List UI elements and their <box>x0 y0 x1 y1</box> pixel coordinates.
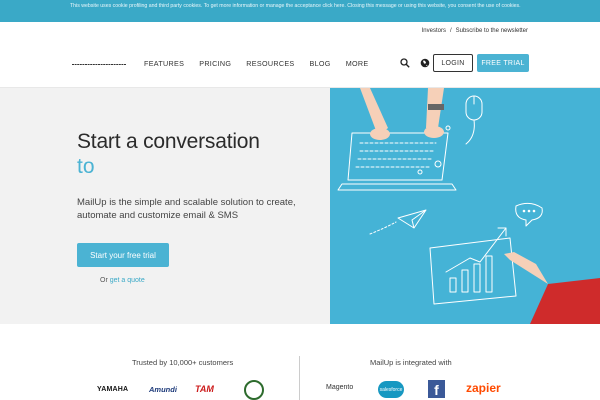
hero-description: MailUp is the simple and scalable soluti… <box>77 197 296 221</box>
integrated-title: MailUp is integrated with <box>370 358 452 367</box>
zapier-logo: zapier <box>466 381 501 395</box>
search-icon[interactable] <box>399 57 411 69</box>
salesforce-logo: salesforce <box>378 381 404 398</box>
globe-icon[interactable] <box>419 57 431 69</box>
hands-illustration <box>360 88 444 140</box>
tam-logo: TAM <box>195 384 214 394</box>
login-button[interactable]: LOGIN <box>433 54 473 72</box>
nav-more[interactable]: MORE <box>346 59 369 68</box>
cookie-banner: This website uses cookie profiling and t… <box>0 0 600 22</box>
nav-resources[interactable]: RESOURCES <box>246 59 294 68</box>
yamaha-logo: YAMAHA <box>97 386 129 393</box>
magento-logo: Magento <box>326 384 354 391</box>
newsletter-link[interactable]: Subscribe to the newsletter <box>456 28 528 34</box>
hero-illustration <box>330 88 600 324</box>
mouse-icon <box>465 95 483 145</box>
seal-logo <box>244 380 264 400</box>
nav-blog[interactable]: BLOG <box>310 59 331 68</box>
start-free-trial-button[interactable]: Start your free trial <box>77 243 169 267</box>
arm-illustration <box>504 252 600 324</box>
paper-plane-icon <box>369 209 427 235</box>
nav-pricing[interactable]: PRICING <box>199 59 231 68</box>
divider <box>299 356 300 400</box>
tablet-chart-icon <box>429 227 517 305</box>
nav-features[interactable]: FEATURES <box>144 59 184 68</box>
trusted-title: Trusted by 10,000+ customers <box>132 358 234 367</box>
cookie-text: This website uses cookie profiling and t… <box>70 3 521 9</box>
facebook-logo: f <box>428 380 445 398</box>
hero-title-rotating: to <box>77 155 95 178</box>
get-quote-link[interactable]: get a quote <box>110 277 145 284</box>
chat-bubble-icon <box>515 202 543 227</box>
quote-line: Or get a quote <box>100 277 145 284</box>
logo[interactable] <box>72 63 126 66</box>
main-nav: FEATURES PRICING RESOURCES BLOG MORE <box>144 59 368 68</box>
hero-title: Start a conversation <box>77 130 260 153</box>
investors-link[interactable]: Investors <box>422 28 446 34</box>
header-icons <box>399 57 431 69</box>
quote-prefix: Or <box>100 277 108 284</box>
amundi-logo: Amundi <box>149 385 177 394</box>
top-links: Investors / Subscribe to the newsletter <box>422 28 528 34</box>
separator: / <box>449 28 452 34</box>
free-trial-button[interactable]: FREE TRIAL <box>477 54 529 72</box>
header: Investors / Subscribe to the newsletter … <box>0 22 600 88</box>
logos-section <box>0 324 600 400</box>
